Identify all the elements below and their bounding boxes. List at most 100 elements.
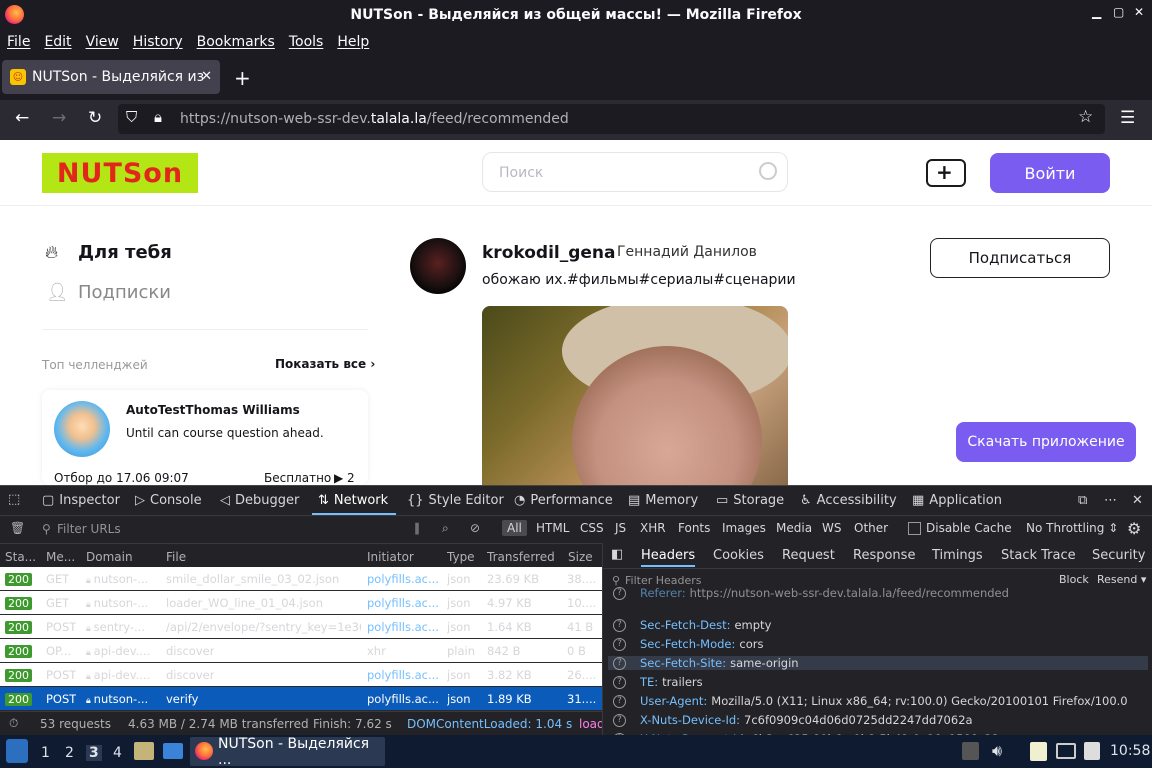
menu-tools[interactable]: Tools (289, 34, 324, 50)
menu-edit[interactable]: Edit (44, 34, 71, 50)
tab-response[interactable]: Response (853, 548, 915, 563)
tab-close-icon[interactable]: ✕ (201, 69, 212, 84)
hamburger-menu-icon[interactable]: ☰ (1120, 108, 1135, 128)
maximize-icon[interactable]: ▢ (1113, 5, 1124, 19)
show-all-link[interactable]: Показать все › (275, 357, 375, 371)
lock-icon[interactable]: 🔒︎ (154, 108, 162, 126)
menu-view[interactable]: View (86, 34, 119, 50)
site-logo[interactable]: NUTSon (42, 153, 198, 193)
tab-cookies[interactable]: Cookies (713, 548, 764, 563)
col-transferred[interactable]: Transferred (487, 550, 555, 564)
browser-tab[interactable]: ☺ NUTSon - Выделяйся из ✕ (2, 60, 220, 94)
menu-bookmarks[interactable]: Bookmarks (197, 34, 275, 50)
help-icon[interactable]: ? (613, 638, 626, 651)
tab-stack-trace[interactable]: Stack Trace (1001, 548, 1076, 563)
col-method[interactable]: Me... (46, 550, 75, 564)
close-icon[interactable]: ✕ (1134, 5, 1144, 19)
post-username[interactable]: krokodil_gena (482, 243, 616, 263)
nav-subscriptions[interactable]: Подписки (78, 282, 171, 303)
search-requests-icon[interactable]: ⌕ (442, 521, 449, 536)
help-icon[interactable]: ? (613, 619, 626, 632)
challenge-author[interactable]: AutoTestThomas Williams (126, 403, 300, 417)
workspace-1[interactable]: 1 (41, 745, 50, 761)
menu-help[interactable]: Help (337, 34, 369, 50)
tab-network[interactable]: ⇅ Network (318, 493, 388, 508)
download-app-button[interactable]: Скачать приложение (956, 422, 1136, 462)
col-file[interactable]: File (166, 550, 186, 564)
filter-ws[interactable]: WS (822, 521, 841, 535)
reload-icon[interactable]: ↻ (88, 108, 102, 128)
filter-all[interactable]: All (502, 520, 527, 536)
tab-style-editor[interactable]: {} Style Editor (407, 493, 504, 508)
back-icon[interactable]: ← (15, 108, 29, 128)
shield-icon[interactable]: ⛉ (126, 108, 137, 126)
desktop-icon[interactable] (163, 743, 183, 759)
notifications-icon[interactable] (1084, 742, 1100, 760)
filter-urls-input[interactable]: Filter URLs (57, 522, 121, 536)
more-options-icon[interactable]: ⋯ (1104, 493, 1117, 508)
help-icon[interactable]: ? (613, 676, 626, 689)
col-status[interactable]: Sta... (5, 550, 36, 564)
filter-js[interactable]: JS (615, 521, 626, 535)
tab-storage[interactable]: ▭ Storage (716, 493, 784, 508)
tab-request[interactable]: Request (782, 548, 835, 563)
tab-console[interactable]: ▷ Console (135, 493, 202, 508)
tray-app-icon[interactable] (962, 742, 979, 760)
start-menu-icon[interactable] (6, 739, 28, 763)
col-type[interactable]: Type (447, 550, 475, 564)
bookmark-star-icon[interactable]: ☆ (1078, 107, 1093, 127)
nav-for-you[interactable]: Для тебя (78, 242, 172, 263)
toggle-sidebar-icon[interactable]: ◧ (611, 547, 623, 562)
throttling-select[interactable]: No Throttling ⇕ (1026, 521, 1118, 535)
filter-xhr[interactable]: XHR (640, 521, 666, 535)
table-row[interactable]: 200 OP... 🔒︎ api-dev.... discover xhr plain 84… (0, 639, 602, 663)
upload-video-icon[interactable]: + (926, 159, 966, 187)
filter-images[interactable]: Images (722, 521, 766, 535)
author-avatar[interactable] (410, 238, 466, 294)
login-button[interactable]: Войти (990, 153, 1110, 193)
filter-other[interactable]: Other (854, 521, 888, 535)
col-size[interactable]: Size (568, 550, 593, 564)
help-icon[interactable]: ? (613, 695, 626, 708)
help-icon[interactable]: ? (613, 587, 626, 600)
taskbar-firefox-task[interactable]: NUTSon - Выделяйся ... (190, 736, 385, 768)
devtools-close-icon[interactable]: ✕ (1132, 493, 1143, 508)
tab-accessibility[interactable]: ♿︎ Accessibility (800, 493, 897, 508)
filter-css[interactable]: CSS (580, 521, 604, 535)
workspace-3[interactable]: 3 (86, 745, 102, 761)
table-row[interactable]: 200 GET 🔒︎ nutson-... loader_WO_line_01_04.… (0, 591, 602, 615)
volume-icon[interactable]: 🔊︎ (992, 741, 1002, 761)
tab-security[interactable]: Security (1092, 548, 1145, 563)
block-button[interactable]: Block (1059, 573, 1089, 586)
clipboard-icon[interactable] (1030, 742, 1047, 761)
pick-element-icon[interactable]: ⬚ (8, 492, 20, 507)
table-row[interactable]: 200 POST 🔒︎ nutson-... verify polyfills.ac..… (0, 687, 602, 711)
filter-fonts[interactable]: Fonts (678, 521, 710, 535)
tab-inspector[interactable]: ▢ Inspector (42, 493, 120, 508)
table-row[interactable]: 200 POST 🔒︎ sentry-... /api/2/envelope/?sen… (0, 615, 602, 639)
file-manager-icon[interactable] (134, 742, 154, 760)
url-bar[interactable]: ⛉ 🔒︎ https://nutson-web-ssr-dev. talala.l… (118, 104, 1105, 134)
search-input[interactable]: Поиск (482, 152, 788, 192)
help-icon[interactable]: ? (613, 657, 626, 670)
table-row[interactable]: 200 POST 🔒︎ api-dev.... discover polyfills.a… (0, 663, 602, 687)
col-domain[interactable]: Domain (86, 550, 133, 564)
tab-memory[interactable]: ▤ Memory (628, 493, 698, 508)
workspace-4[interactable]: 4 (113, 745, 122, 761)
new-tab-icon[interactable]: + (234, 66, 251, 90)
minimize-icon[interactable]: ▁ (1092, 5, 1101, 19)
post-video[interactable] (482, 306, 788, 485)
menu-file[interactable]: File (7, 34, 30, 50)
settings-gear-icon[interactable]: ⚙ (1127, 519, 1141, 538)
col-initiator[interactable]: Initiator (367, 550, 414, 564)
tab-performance[interactable]: ◔ Performance (514, 493, 613, 508)
workspace-2[interactable]: 2 (65, 745, 74, 761)
help-icon[interactable]: ? (613, 714, 626, 727)
resend-button[interactable]: Resend ▾ (1097, 573, 1146, 586)
tab-application[interactable]: ▦ Application (912, 493, 1002, 508)
block-icon[interactable]: ⊘ (470, 521, 480, 535)
tab-timings[interactable]: Timings (932, 548, 983, 563)
forward-icon[interactable]: → (52, 108, 66, 128)
trash-icon[interactable]: 🗑︎ (10, 521, 25, 535)
subscribe-button[interactable]: Подписаться (930, 238, 1110, 278)
